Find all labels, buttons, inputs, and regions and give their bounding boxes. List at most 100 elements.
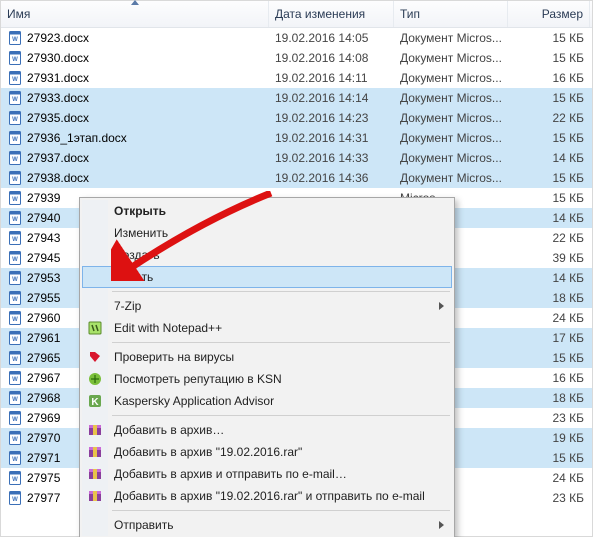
svg-text:W: W [12, 397, 18, 403]
column-label: Имя [7, 7, 30, 21]
menu-item-rar-named-email[interactable]: Добавить в архив "19.02.2016.rar" и отпр… [82, 485, 452, 507]
file-name: 27945 [27, 251, 60, 265]
winrar-icon [87, 422, 103, 438]
svg-text:W: W [12, 77, 18, 83]
word-doc-icon: W [7, 150, 23, 166]
menu-label: Отправить [114, 518, 174, 532]
explorer-window: Имя Дата изменения Тип Размер W 27923.doc… [0, 0, 593, 537]
file-name: 27940 [27, 211, 60, 225]
file-size: 14 КБ [508, 271, 590, 285]
word-doc-icon: W [7, 90, 23, 106]
menu-separator [112, 342, 450, 343]
menu-label: Добавить в архив и отправить по e-mail… [114, 467, 347, 481]
word-doc-icon: W [7, 50, 23, 66]
word-doc-icon: W [7, 430, 23, 446]
file-size: 23 КБ [508, 411, 590, 425]
svg-text:W: W [12, 217, 18, 223]
menu-item-av-scan[interactable]: Проверить на вирусы [82, 346, 452, 368]
column-header-type[interactable]: Тип [394, 1, 508, 27]
column-label: Размер [542, 7, 583, 21]
file-type: Документ Micros... [394, 91, 508, 105]
menu-label: Проверить на вирусы [114, 350, 234, 364]
menu-item-edit[interactable]: Изменить [82, 222, 452, 244]
file-type: Документ Micros... [394, 151, 508, 165]
word-doc-icon: W [7, 170, 23, 186]
file-size: 15 КБ [508, 131, 590, 145]
column-header-date[interactable]: Дата изменения [269, 1, 394, 27]
svg-text:W: W [12, 97, 18, 103]
menu-separator [112, 291, 450, 292]
word-doc-icon: W [7, 390, 23, 406]
svg-text:W: W [12, 417, 18, 423]
menu-item-open[interactable]: Открыть [82, 200, 452, 222]
word-doc-icon: W [7, 310, 23, 326]
file-name: 27930.docx [27, 51, 89, 65]
submenu-arrow-icon [439, 302, 444, 310]
file-type: Документ Micros... [394, 51, 508, 65]
menu-item-rar-named[interactable]: Добавить в архив "19.02.2016.rar" [82, 441, 452, 463]
svg-text:W: W [12, 377, 18, 383]
menu-label: 7-Zip [114, 299, 141, 313]
file-name: 27961 [27, 331, 60, 345]
svg-text:W: W [12, 37, 18, 43]
menu-item-rar-email[interactable]: Добавить в архив и отправить по e-mail… [82, 463, 452, 485]
svg-text:W: W [12, 477, 18, 483]
menu-item-new[interactable]: Создать [82, 244, 452, 266]
file-name: 27923.docx [27, 31, 89, 45]
column-header-size[interactable]: Размер [508, 1, 590, 27]
file-size: 15 КБ [508, 31, 590, 45]
file-type: Документ Micros... [394, 71, 508, 85]
file-date: 19.02.2016 14:14 [269, 91, 394, 105]
file-name: 27939 [27, 191, 60, 205]
file-type: Документ Micros... [394, 111, 508, 125]
file-row[interactable]: W27938.docx19.02.2016 14:36Документ Micr… [1, 168, 592, 188]
file-size: 24 КБ [508, 311, 590, 325]
winrar-icon [87, 488, 103, 504]
menu-label: Посмотреть репутацию в KSN [114, 372, 282, 386]
file-name: 27955 [27, 291, 60, 305]
file-row[interactable]: W27935.docx19.02.2016 14:23Документ Micr… [1, 108, 592, 128]
file-name: 27935.docx [27, 111, 89, 125]
file-size: 15 КБ [508, 91, 590, 105]
file-name: 27971 [27, 451, 60, 465]
menu-item-npp[interactable]: Edit with Notepad++ [82, 317, 452, 339]
file-name: 27967 [27, 371, 60, 385]
menu-item-7zip[interactable]: 7-Zip [82, 295, 452, 317]
file-size: 15 КБ [508, 351, 590, 365]
file-row[interactable]: W27931.docx19.02.2016 14:11Документ Micr… [1, 68, 592, 88]
word-doc-icon: W [7, 250, 23, 266]
file-date: 19.02.2016 14:36 [269, 171, 394, 185]
svg-text:W: W [12, 197, 18, 203]
word-doc-icon: W [7, 130, 23, 146]
file-size: 15 КБ [508, 51, 590, 65]
menu-label: Изменить [114, 226, 168, 240]
kaspersky-icon [87, 349, 103, 365]
file-row[interactable]: W27923.docx19.02.2016 14:05Документ Micr… [1, 28, 592, 48]
file-date: 19.02.2016 14:05 [269, 31, 394, 45]
menu-label: Edit with Notepad++ [114, 321, 222, 335]
file-size: 18 КБ [508, 291, 590, 305]
menu-item-send[interactable]: Отправить [82, 514, 452, 536]
menu-item-rar-add[interactable]: Добавить в архив… [82, 419, 452, 441]
word-doc-icon: W [7, 350, 23, 366]
kaa-icon: K [87, 393, 103, 409]
file-size: 14 КБ [508, 151, 590, 165]
file-name: 27960 [27, 311, 60, 325]
file-row[interactable]: W27936_1этап.docx19.02.2016 14:31Докумен… [1, 128, 592, 148]
file-size: 15 КБ [508, 451, 590, 465]
file-date: 19.02.2016 14:31 [269, 131, 394, 145]
menu-item-print[interactable]: Печать [82, 266, 452, 288]
menu-item-ksn[interactable]: Посмотреть репутацию в KSN [82, 368, 452, 390]
file-row[interactable]: W27930.docx19.02.2016 14:08Документ Micr… [1, 48, 592, 68]
file-row[interactable]: W27933.docx19.02.2016 14:14Документ Micr… [1, 88, 592, 108]
file-name: 27936_1этап.docx [27, 131, 127, 145]
column-header-name[interactable]: Имя [1, 1, 269, 27]
svg-text:W: W [12, 57, 18, 63]
menu-item-kaa[interactable]: K Kaspersky Application Advisor [82, 390, 452, 412]
svg-text:W: W [12, 497, 18, 503]
word-doc-icon: W [7, 190, 23, 206]
word-doc-icon: W [7, 410, 23, 426]
file-row[interactable]: W27937.docx19.02.2016 14:33Документ Micr… [1, 148, 592, 168]
word-doc-icon: W [7, 450, 23, 466]
file-size: 15 КБ [508, 171, 590, 185]
